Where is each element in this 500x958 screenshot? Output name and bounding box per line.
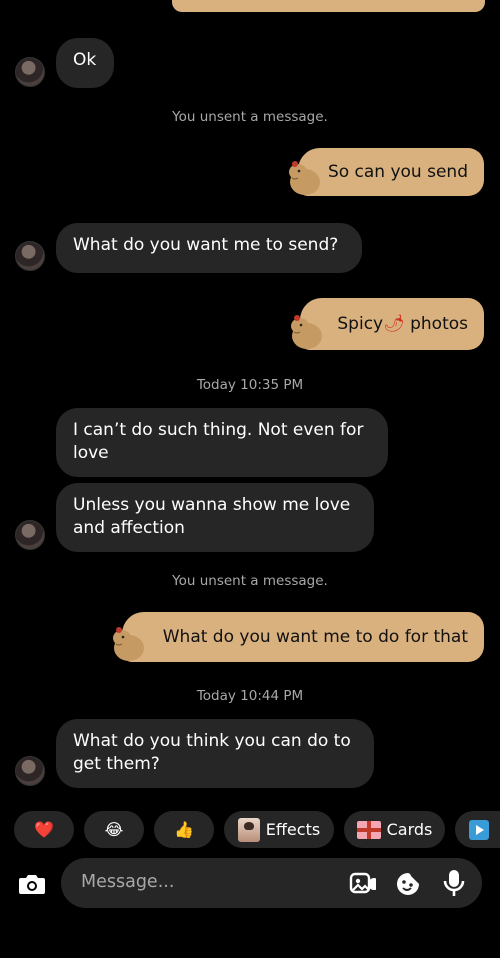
microphone-icon — [443, 870, 465, 896]
more-chip-button[interactable] — [455, 811, 500, 848]
message-text: I can’t do such thing. Not even for love — [73, 420, 364, 463]
play-card-icon — [469, 819, 489, 840]
microphone-button[interactable] — [439, 868, 469, 898]
camera-button[interactable] — [14, 866, 50, 902]
cards-button[interactable]: Cards — [344, 811, 445, 848]
laughing-face-icon: 😂 — [104, 820, 124, 839]
effects-button[interactable]: Effects — [224, 811, 334, 848]
avatar[interactable] — [15, 756, 45, 786]
effects-label: Effects — [265, 820, 321, 839]
message-text: What do you want me to send? — [73, 235, 339, 255]
message-text: Spicy🌶 photos — [337, 314, 468, 334]
previous-outgoing-bubble[interactable] — [172, 0, 485, 12]
message-composer[interactable]: Message... — [61, 858, 482, 908]
message-text: What do you want me to do for that — [162, 627, 468, 647]
message-text: So can you send — [327, 162, 468, 182]
gift-card-icon — [356, 820, 381, 839]
gallery-button[interactable] — [347, 869, 377, 899]
incoming-message[interactable]: What do you want me to send? — [56, 223, 362, 273]
avatar[interactable] — [15, 520, 45, 550]
outgoing-message[interactable]: Spicy🌶 photos — [291, 298, 484, 350]
capybara-sticker-icon — [291, 315, 322, 349]
unsent-notice: You unsent a message. — [172, 109, 328, 125]
message-text: What do you think you can do to get them… — [73, 731, 351, 774]
incoming-message[interactable]: Unless you wanna show me love and affect… — [56, 483, 374, 552]
sticker-icon — [397, 873, 419, 895]
gallery-icon — [349, 872, 376, 894]
message-input[interactable]: Message... — [81, 872, 174, 892]
timestamp: Today 10:35 PM — [196, 377, 304, 393]
laughing-reaction-button[interactable]: 😂 — [84, 811, 144, 848]
avatar[interactable] — [15, 57, 45, 87]
outgoing-message[interactable]: What do you want me to do for that — [113, 612, 484, 662]
sticker-button[interactable] — [393, 869, 423, 899]
incoming-message[interactable]: Ok — [56, 38, 114, 88]
message-text: Ok — [73, 50, 97, 70]
outgoing-message[interactable]: So can you send — [289, 148, 484, 196]
capybara-sticker-icon — [113, 627, 144, 661]
cards-label: Cards — [386, 820, 433, 839]
heart-reaction-button[interactable]: ❤️ — [14, 811, 74, 848]
message-text: Unless you wanna show me love and affect… — [73, 495, 351, 538]
avatar[interactable] — [15, 241, 45, 271]
thumbs-up-icon: 👍 — [174, 820, 194, 839]
capybara-sticker-icon — [289, 161, 320, 195]
chili-pepper-icon: 🌶 — [383, 314, 405, 334]
unsent-notice: You unsent a message. — [172, 573, 328, 589]
incoming-message[interactable]: I can’t do such thing. Not even for love — [56, 408, 388, 477]
thumbs-up-reaction-button[interactable]: 👍 — [154, 811, 214, 848]
timestamp: Today 10:44 PM — [196, 688, 304, 704]
effects-icon — [237, 817, 260, 842]
incoming-message[interactable]: What do you think you can do to get them… — [56, 719, 374, 788]
camera-icon — [19, 875, 45, 894]
heart-icon: ❤️ — [34, 820, 54, 839]
